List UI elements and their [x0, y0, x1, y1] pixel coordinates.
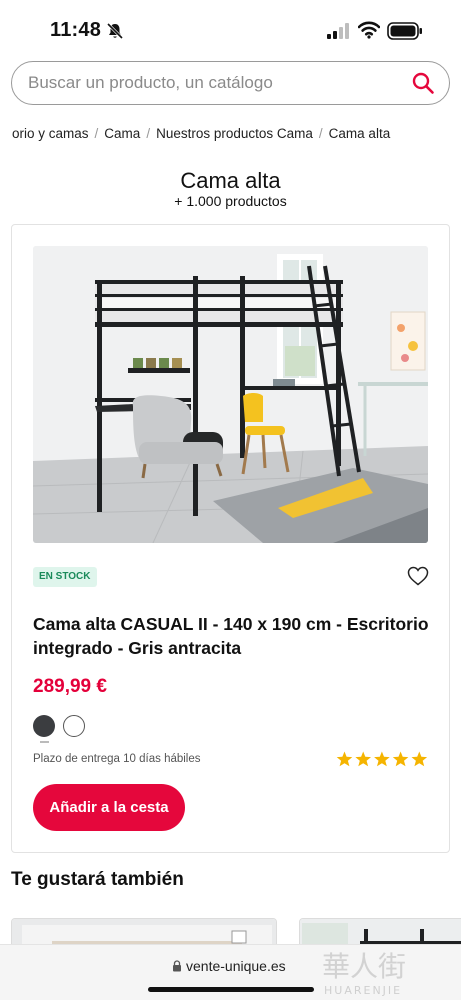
- add-to-cart-button[interactable]: Añadir a la cesta: [33, 784, 185, 831]
- star-icon: [392, 751, 409, 767]
- battery-icon: [387, 22, 422, 40]
- status-bar: 11:48: [0, 0, 461, 60]
- color-swatch-white[interactable]: [63, 715, 85, 737]
- wifi-icon: [358, 21, 380, 39]
- star-icon: [374, 751, 390, 767]
- loft-bed-illustration: [33, 246, 428, 543]
- product-card[interactable]: EN STOCK Cama alta CASUAL II - 140 x 190…: [11, 224, 450, 853]
- breadcrumb-separator: /: [146, 126, 151, 141]
- search-bar[interactable]: [11, 61, 450, 105]
- breadcrumb: orio y camas / Cama / Nuestros productos Cam…: [0, 126, 461, 146]
- breadcrumb-item-cama-alta[interactable]: Cama alta: [329, 126, 391, 141]
- star-icon: [355, 751, 371, 767]
- bell-slash-icon: [106, 22, 124, 40]
- product-image[interactable]: [33, 246, 428, 543]
- star-icon: [336, 751, 353, 767]
- star-icon: [411, 751, 428, 767]
- url-text[interactable]: vente-unique.es: [186, 958, 286, 974]
- product-title[interactable]: Cama alta CASUAL II - 140 x 190 cm - Esc…: [33, 612, 433, 660]
- stock-badge: EN STOCK: [33, 567, 97, 587]
- svg-text:HUARENJIE: HUARENJIE: [324, 984, 402, 997]
- delivery-time: Plazo de entrega 10 días hábiles: [33, 753, 201, 765]
- home-indicator[interactable]: [148, 987, 314, 992]
- heart-icon[interactable]: [407, 566, 429, 586]
- breadcrumb-item-nuestros-productos[interactable]: Nuestros productos Cama: [156, 126, 313, 141]
- search-input[interactable]: [28, 72, 398, 94]
- breadcrumb-item-dormitorio[interactable]: orio y camas: [12, 126, 89, 141]
- cellular-signal-icon: [327, 23, 349, 39]
- search-icon[interactable]: [411, 71, 435, 95]
- section-title-recommendations: Te gustará también: [11, 869, 184, 890]
- rating-stars: [336, 751, 428, 767]
- color-swatch-anthracite[interactable]: [33, 715, 55, 737]
- page-title: Cama alta: [180, 168, 281, 193]
- product-count: + 1.000 productos: [174, 193, 287, 209]
- breadcrumb-separator: /: [318, 126, 323, 141]
- breadcrumb-item-cama[interactable]: Cama: [104, 126, 140, 141]
- product-price: 289,99 €: [33, 676, 107, 697]
- lock-icon: [173, 960, 181, 972]
- selected-swatch-indicator: [40, 741, 49, 743]
- svg-text:華人街: 華人街: [322, 950, 406, 983]
- watermark-logo: 華人街 HUARENJIE: [322, 950, 406, 997]
- status-time: 11:48: [50, 19, 102, 41]
- breadcrumb-separator: /: [94, 126, 99, 141]
